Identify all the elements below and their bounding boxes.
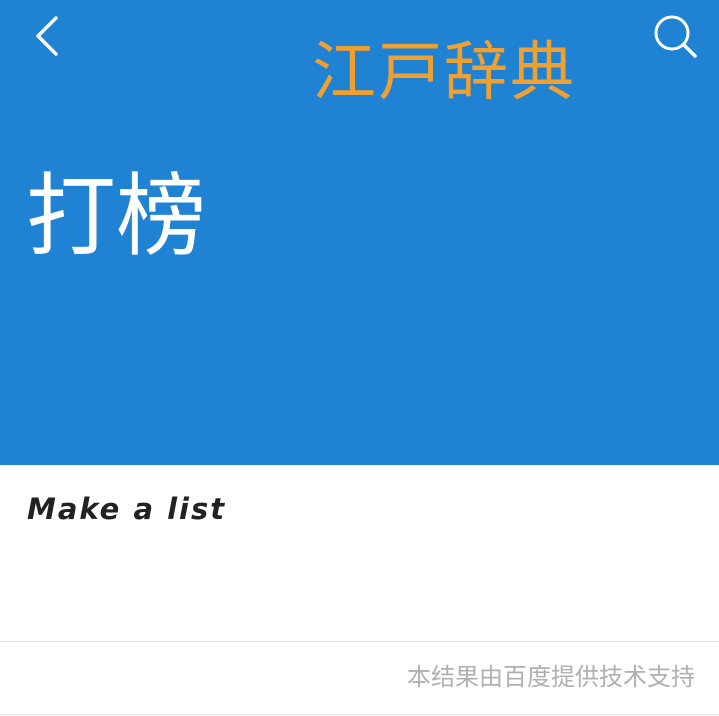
back-button[interactable] xyxy=(30,14,70,58)
search-icon xyxy=(654,15,697,58)
search-button[interactable] xyxy=(653,14,699,60)
app-title: 江戸辞典 xyxy=(312,36,576,110)
attribution-text: 本结果由百度提供技术支持 xyxy=(407,663,695,691)
entry-word: 打榜 xyxy=(26,164,206,269)
chevron-left-icon xyxy=(36,16,58,56)
divider xyxy=(0,714,719,715)
entry-translation: Make a list xyxy=(27,492,227,526)
divider xyxy=(0,641,719,642)
header-banner: 江戸辞典 打榜 xyxy=(0,0,719,465)
